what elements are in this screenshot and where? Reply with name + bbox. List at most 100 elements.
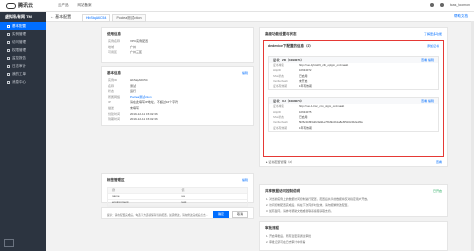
info-row: 可用区 广州三区 bbox=[102, 50, 253, 56]
row-value: 2019-12-11 15:02:36 bbox=[130, 117, 158, 122]
cert-title: 证书：ZD（1093071） bbox=[273, 58, 304, 62]
cert-actions[interactable]: 查看 编辑 bbox=[421, 57, 434, 63]
note-line: 2. 审批记录可在日志审计中查看 bbox=[266, 240, 306, 244]
confirm-note: 提示：请在配置完成后，勾选下方选项保存当前配置，如需修改，请在修改完成后点击确定… bbox=[107, 213, 210, 217]
lock-icon bbox=[7, 48, 10, 52]
list-icon bbox=[7, 32, 10, 36]
cert-card: 证书：ZD（1093071） 查看 编辑 证书域名 http://ruo-1jhns… bbox=[268, 56, 439, 91]
status-badge: 已开启 bbox=[432, 189, 442, 193]
sidebar-title: 虚拟私有网 TM bbox=[5, 14, 32, 19]
panel-title: 标签管理区 编辑 bbox=[102, 174, 253, 185]
cert-row: 证书有效期 1年有效期 bbox=[269, 126, 438, 131]
row-value: 广州三区 bbox=[130, 50, 143, 55]
panel-title: 审批流程 bbox=[265, 226, 279, 230]
back-button[interactable]: ← 基本配置 bbox=[50, 14, 71, 20]
mail-icon bbox=[7, 80, 10, 84]
sidebar-item-label: 访问管理 bbox=[12, 40, 26, 44]
sidebar-item-label: 我的工单 bbox=[12, 72, 26, 76]
collapse-icon[interactable] bbox=[4, 239, 14, 247]
approval-panel: 审批流程 1. 开启审批后，所有变更需通过审批 2. 审批记录可在日志审计中查看 bbox=[259, 221, 448, 251]
tabs: HbStqA6C54 Poclea测试ction bbox=[82, 14, 146, 22]
chart-icon bbox=[7, 56, 10, 60]
ok-button[interactable]: 确定 bbox=[212, 211, 229, 218]
top-bar: 腾讯云 云产品 网站备案 tcas_toomon bbox=[0, 0, 474, 12]
sidebar-item-label: 日志审计 bbox=[12, 64, 26, 68]
topnav-icp[interactable]: 网站备案 bbox=[78, 3, 92, 8]
section-title-text: dedevice下配置的信息（2） bbox=[268, 44, 313, 48]
sidebar-item-label: 监控报告 bbox=[12, 56, 26, 60]
panel-title-text: 标签管理区 bbox=[107, 178, 125, 182]
access-control-panel: 共享数据访问控制说明 已开启 1. 对当前实例上的数据访问控制进行配置，配置后共享… bbox=[259, 184, 448, 217]
sidebar: 虚拟私有网 TM 基本配置 实例管理 访问管理 权限管理 监控报告 日志审计 我… bbox=[0, 12, 46, 251]
topnav-products[interactable]: 云产品 bbox=[58, 3, 69, 8]
tab-network[interactable]: Poclea测试ction bbox=[112, 14, 146, 22]
table-cell: test bbox=[181, 200, 187, 204]
sidebar-item-tickets[interactable]: 我的工单 bbox=[0, 70, 46, 78]
highlight-box: dedevice下配置的信息（2） 添加证书 证书：ZD（1093071） 查看 编… bbox=[263, 40, 444, 157]
panel-title: 基本信息 编辑 bbox=[102, 67, 253, 78]
basic-info-panel: 基本信息 编辑 实例ID HbStqA6C54 名称 测试 状态 运行 所属网络 Pocl… bbox=[101, 66, 254, 126]
note-line: 3. 如有疑问，请参考帮助文档或者联系客服获取支持。 bbox=[266, 209, 334, 213]
help-link[interactable]: 帮助文档 bbox=[454, 14, 468, 19]
row-key: 证书有效期 bbox=[273, 84, 287, 89]
sidebar-item-monitor[interactable]: 监控报告 bbox=[0, 54, 46, 62]
cancel-button[interactable]: 取消 bbox=[231, 211, 248, 218]
brand-name: 腾讯云 bbox=[18, 3, 34, 9]
sidebar-item-access[interactable]: 访问管理 bbox=[0, 38, 46, 46]
row-key: 可用区 bbox=[108, 50, 118, 55]
panel-title: 使用信息 bbox=[107, 32, 121, 36]
settings-icon bbox=[7, 24, 10, 28]
tag-table: 键 值 name ua environment test bbox=[107, 187, 248, 207]
file-icon bbox=[7, 64, 10, 68]
bell-icon[interactable] bbox=[429, 3, 434, 7]
sidebar-item-instances[interactable]: 实例管理 bbox=[0, 30, 46, 38]
sidebar-item-label: 权限管理 bbox=[12, 48, 26, 52]
tab-bar: ← 基本配置 HbStqA6C54 Poclea测试ction 帮助文档 bbox=[46, 12, 474, 22]
confirm-row: 提示：请在配置完成后，勾选下方选项保存当前配置，如需修改，请在修改完成后点击确定… bbox=[102, 208, 253, 221]
confirm-panel: 提示：请在配置完成后，勾选下方选项保存当前配置，如需修改，请在修改完成后点击确定… bbox=[101, 207, 254, 219]
cert-card: 证书：UJ（1093074） 查看 编辑 证书域名 http://ruo-1-hsc… bbox=[268, 97, 439, 132]
user-name[interactable]: tcas_toomon bbox=[450, 3, 470, 7]
cert-card-header: 证书：UJ（1093074） 查看 编辑 bbox=[269, 98, 438, 105]
sidebar-item-basic-config[interactable]: 基本配置 bbox=[0, 22, 46, 30]
sidebar-item-logs[interactable]: 日志审计 bbox=[0, 62, 46, 70]
cert-actions[interactable]: 查看 编辑 bbox=[421, 98, 434, 104]
top-nav: 云产品 网站备案 bbox=[58, 3, 92, 8]
brand-logo[interactable]: 腾讯云 bbox=[6, 2, 33, 9]
row-value: 1年有效期 bbox=[299, 125, 312, 130]
cert-config-row: ▸ 证书配置管理（2） 查看 bbox=[266, 160, 442, 164]
help-icon[interactable] bbox=[439, 3, 444, 7]
cert-title: 证书：UJ（1093074） bbox=[273, 99, 304, 104]
key-icon bbox=[7, 40, 10, 44]
view-link[interactable]: 查看 bbox=[436, 160, 442, 164]
sidebar-item-label: 基本配置 bbox=[12, 24, 26, 28]
cert-row: 证书有效期 1年有效期 bbox=[269, 84, 438, 89]
table-cell: environment bbox=[112, 200, 129, 204]
cert-config-label[interactable]: ▸ 证书配置管理（2） bbox=[266, 160, 294, 164]
tag-panel: 标签管理区 编辑 键 值 name ua environment test bbox=[101, 173, 254, 207]
edit-link[interactable]: 编辑 bbox=[242, 178, 248, 182]
add-cert-link[interactable]: 添加证书 bbox=[427, 44, 439, 48]
panel-title: 高级功能设置与状态 了解更多功能 bbox=[260, 28, 447, 39]
col-header: 键 bbox=[112, 188, 116, 192]
sidebar-item-messages[interactable]: 消息中心 bbox=[0, 78, 46, 86]
top-right: tcas_toomon bbox=[429, 3, 470, 7]
learn-more-link[interactable]: 了解更多功能 bbox=[424, 32, 442, 36]
panel-title-text: 基本信息 bbox=[107, 71, 121, 75]
table-cell: ua bbox=[181, 194, 185, 198]
ticket-icon bbox=[7, 72, 10, 76]
section-title: dedevice下配置的信息（2） 添加证书 bbox=[264, 41, 443, 50]
edit-link[interactable]: 编辑 bbox=[242, 71, 248, 75]
sidebar-item-label: 实例管理 bbox=[12, 32, 26, 36]
info-row: 到期时间 2019-12-11 15:02:36 bbox=[102, 117, 253, 123]
sidebar-item-permissions[interactable]: 权限管理 bbox=[0, 46, 46, 54]
panel-title-text: 共享数据访问控制说明 bbox=[265, 189, 300, 193]
cert-card-header: 证书：ZD（1093071） 查看 编辑 bbox=[269, 57, 438, 63]
cloud-icon bbox=[6, 2, 16, 9]
sidebar-item-label: 消息中心 bbox=[12, 80, 26, 84]
row-value: 1年有效期 bbox=[299, 84, 312, 89]
tab-instance[interactable]: HbStqA6C54 bbox=[82, 14, 111, 22]
col-header: 值 bbox=[181, 188, 185, 192]
table-row: environment test bbox=[108, 200, 247, 206]
row-key: 证书有效期 bbox=[273, 125, 287, 130]
